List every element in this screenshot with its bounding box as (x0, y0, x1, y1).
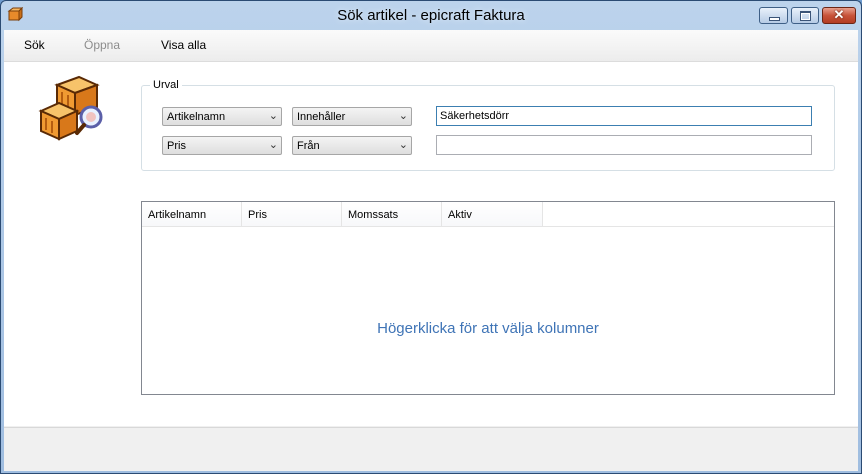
chevron-down-icon: ⌄ (268, 139, 278, 151)
chevron-down-icon: ⌄ (268, 110, 278, 122)
chevron-down-icon: ⌄ (398, 139, 408, 151)
results-header: Artikelnamn Pris Momssats Aktiv (142, 202, 834, 227)
menu-show-all[interactable]: Visa alla (161, 38, 206, 52)
app-window: Sök artikel - epicraft Faktura ✕ Sök Öpp… (0, 0, 862, 474)
maximize-button[interactable] (791, 7, 819, 24)
operator-dropdown-2[interactable]: Från ⌄ (292, 136, 412, 155)
menu-bar: Sök Öppna Visa alla (4, 30, 858, 62)
search-value-input-2[interactable] (436, 135, 812, 155)
field-dropdown-2-value: Pris (167, 140, 186, 152)
minimize-button[interactable] (759, 7, 788, 24)
column-header-aktiv[interactable]: Aktiv (442, 202, 543, 226)
field-dropdown-1[interactable]: Artikelnamn ⌄ (162, 107, 282, 126)
field-dropdown-2[interactable]: Pris ⌄ (162, 136, 282, 155)
close-button[interactable]: ✕ (822, 7, 856, 24)
client-area: Sök Öppna Visa alla Urval Artikelnamn ⌄ … (4, 30, 858, 471)
window-title: Sök artikel - epicraft Faktura (337, 7, 525, 24)
close-icon: ✕ (833, 7, 845, 22)
status-bar (4, 427, 858, 471)
filter-group-label: Urval (150, 79, 182, 91)
results-empty-message: Högerklicka för att välja kolumner (377, 320, 599, 337)
operator-dropdown-1[interactable]: Innehåller ⌄ (292, 107, 412, 126)
search-panel: Urval Artikelnamn ⌄ Innehåller ⌄ Pris ⌄ … (4, 62, 858, 442)
results-list[interactable]: Artikelnamn Pris Momssats Aktiv Högerkli… (141, 201, 835, 395)
menu-open[interactable]: Öppna (84, 38, 120, 52)
field-dropdown-1-value: Artikelnamn (167, 111, 226, 123)
operator-dropdown-1-value: Innehåller (297, 111, 346, 123)
maximize-icon (800, 11, 811, 21)
minimize-icon (769, 17, 780, 21)
column-header-pris[interactable]: Pris (242, 202, 342, 226)
column-header-momssats[interactable]: Momssats (342, 202, 442, 226)
filter-groupbox (141, 85, 835, 171)
boxes-search-icon (38, 75, 103, 141)
menu-search[interactable]: Sök (24, 38, 45, 52)
title-bar[interactable]: Sök artikel - epicraft Faktura ✕ (1, 1, 861, 30)
column-header-artikelnamn[interactable]: Artikelnamn (142, 202, 242, 226)
operator-dropdown-2-value: Från (297, 140, 320, 152)
chevron-down-icon: ⌄ (398, 110, 408, 122)
search-value-input-1[interactable] (436, 106, 812, 126)
